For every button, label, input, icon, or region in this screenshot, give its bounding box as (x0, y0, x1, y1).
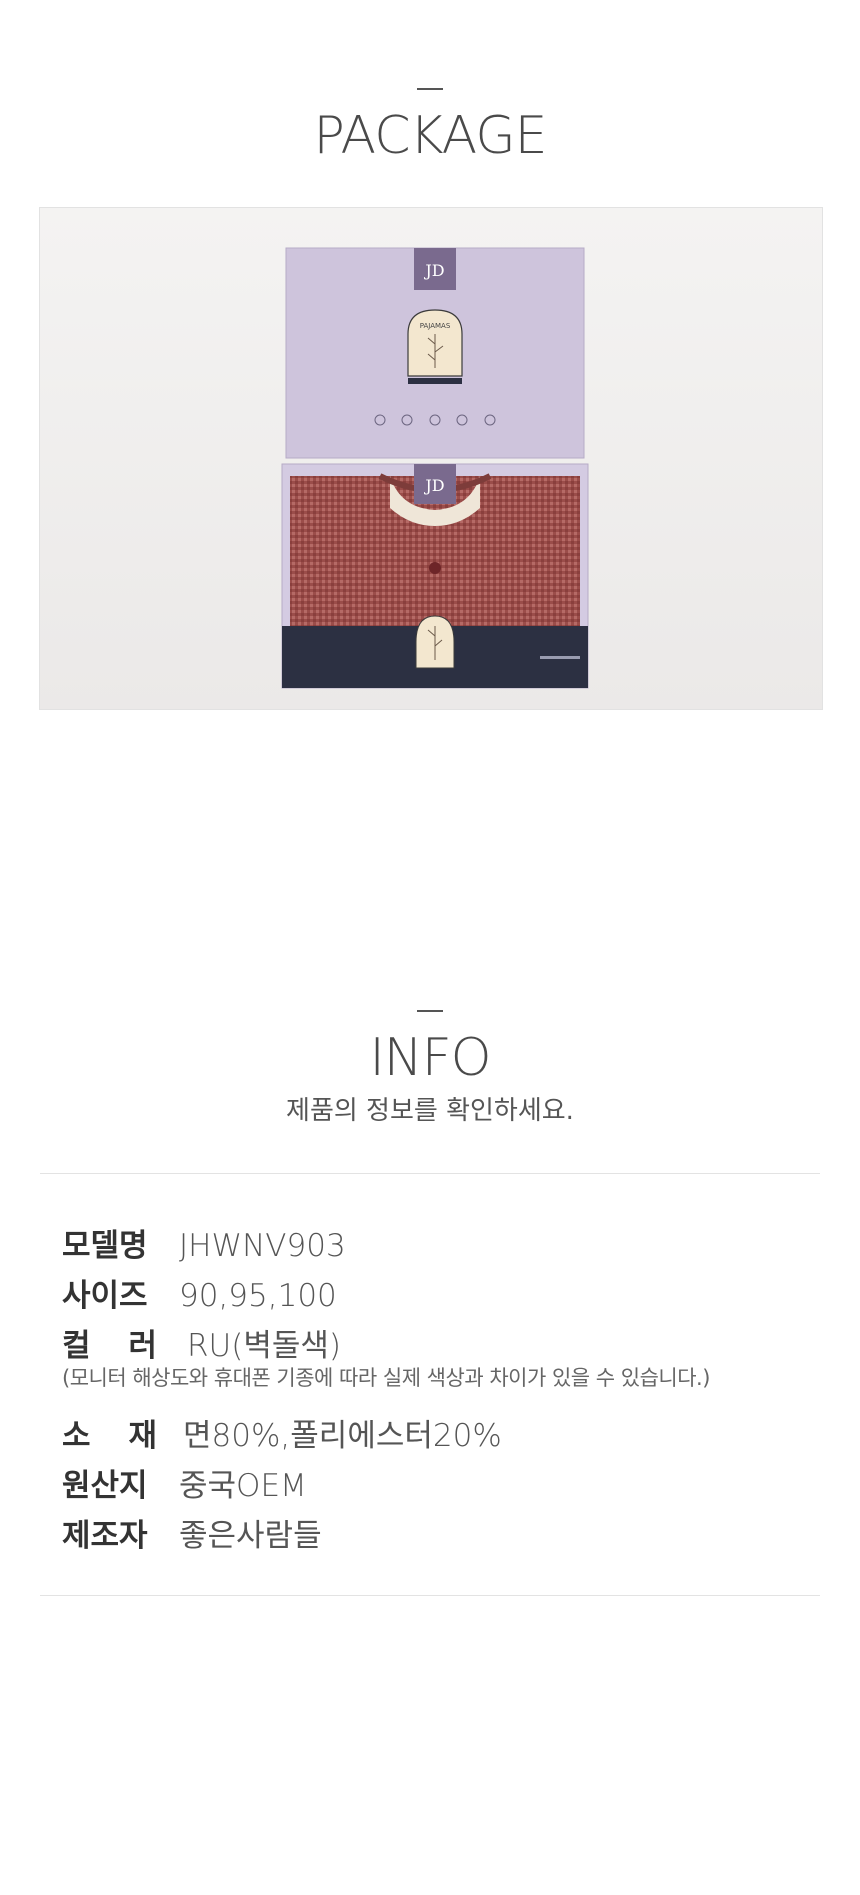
box-base: JD (281, 463, 589, 689)
garment-button (429, 562, 441, 574)
base-logo-text: JD (423, 476, 444, 495)
lid-label-text: PAJAMAS (420, 322, 451, 330)
package-photo: JD PAJAMAS JD (39, 207, 823, 710)
package-dash (417, 88, 443, 90)
model-label: 모델명 (62, 1228, 148, 1264)
info-title: INFO (369, 1028, 491, 1088)
info-dash (417, 1010, 443, 1012)
manufacturer-label: 제조자 (62, 1518, 148, 1554)
origin-label: 원산지 (62, 1468, 148, 1504)
color-label: 컬러 (62, 1328, 157, 1364)
info-row-origin: 원산지 중국OEM (62, 1460, 307, 1505)
color-disclaimer: (모니터 해상도와 휴대폰 기종에 따라 실제 색상과 차이가 있을 수 있습니… (62, 1366, 710, 1390)
material-label: 소재 (62, 1418, 157, 1454)
info-row-material: 소재 면80%,폴리에스터20% (62, 1410, 502, 1455)
info-row-color: 컬러 RU(벽돌색) (62, 1320, 341, 1365)
color-value: RU(벽돌색) (187, 1328, 341, 1364)
manufacturer-value: 좋은사람들 (179, 1518, 322, 1554)
info-row-model: 모델명 JHWNV903 (62, 1220, 346, 1265)
info-row-manufacturer: 제조자 좋은사람들 (62, 1510, 322, 1555)
info-row-size: 사이즈 90,95,100 (62, 1270, 337, 1315)
size-value: 90,95,100 (179, 1278, 337, 1314)
info-top-divider (40, 1173, 820, 1174)
info-bottom-divider (40, 1595, 820, 1596)
lid-logo-text: JD (423, 261, 444, 280)
origin-value: 중국OEM (179, 1468, 307, 1504)
size-label: 사이즈 (62, 1278, 148, 1314)
material-value: 면80%,폴리에스터20% (183, 1418, 502, 1454)
info-subtitle: 제품의 정보를 확인하세요. (286, 1096, 574, 1126)
box-lid: JD PAJAMAS (285, 247, 585, 459)
model-value: JHWNV903 (179, 1228, 346, 1264)
package-title: PACKAGE (313, 106, 548, 166)
